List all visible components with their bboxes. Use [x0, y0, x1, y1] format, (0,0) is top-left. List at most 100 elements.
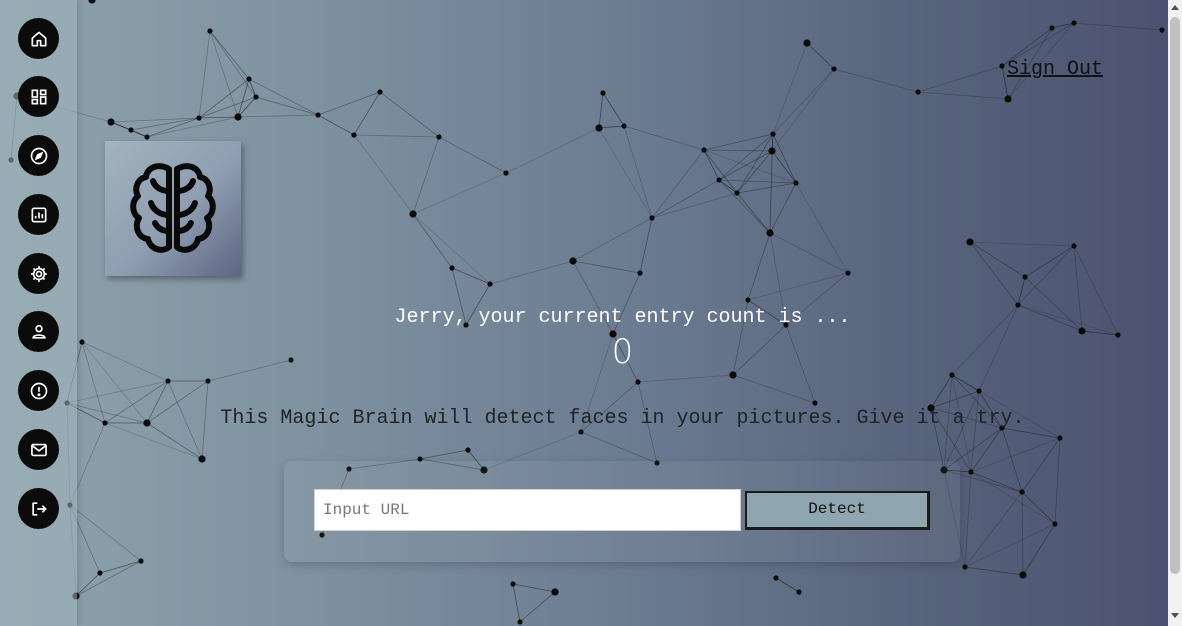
- network-node: [205, 378, 211, 384]
- network-node: [637, 270, 643, 276]
- network-line: [572, 260, 641, 274]
- network-line: [806, 42, 835, 70]
- network-node: [729, 371, 737, 379]
- network-node: [1049, 25, 1055, 31]
- network-node: [253, 94, 259, 100]
- network-line: [771, 68, 835, 152]
- network-line: [489, 260, 574, 285]
- network-line: [970, 427, 1003, 473]
- network-line: [930, 390, 980, 409]
- network-line: [198, 30, 211, 119]
- network-node: [600, 90, 606, 96]
- network-line: [198, 78, 250, 119]
- network-node: [578, 429, 584, 435]
- network-node: [793, 180, 799, 186]
- logo[interactable]: [105, 141, 241, 276]
- network-node: [449, 265, 455, 271]
- network-line: [651, 179, 720, 219]
- network-line: [602, 92, 625, 127]
- network-node: [773, 575, 779, 581]
- network-line: [1021, 491, 1056, 525]
- network-line: [736, 182, 797, 194]
- network-node: [436, 134, 442, 140]
- scrollbar[interactable]: [1168, 0, 1182, 626]
- network-line: [747, 272, 849, 301]
- network-line: [772, 42, 808, 135]
- network-line: [353, 91, 381, 136]
- network-line: [747, 232, 771, 301]
- network-node: [1052, 521, 1058, 527]
- network-line: [512, 583, 556, 593]
- network-line: [512, 583, 521, 623]
- network-line: [639, 217, 653, 274]
- network-line: [703, 149, 738, 194]
- nav-dashboard-button[interactable]: [18, 76, 59, 117]
- network-node: [770, 131, 776, 137]
- network-node: [745, 297, 751, 303]
- entry-count-label: Jerry, your current entry count is ...: [394, 306, 851, 329]
- url-input[interactable]: [314, 489, 741, 531]
- network-line: [580, 431, 658, 464]
- network-line: [964, 566, 1024, 576]
- nav-info-button[interactable]: [18, 370, 59, 411]
- network-line: [732, 374, 816, 404]
- scroll-down-arrow-icon[interactable]: [1171, 613, 1179, 618]
- network-node: [649, 215, 655, 221]
- network-node: [246, 76, 252, 82]
- network-node: [1159, 27, 1165, 33]
- network-line: [769, 150, 773, 234]
- network-node: [734, 190, 740, 196]
- network-node: [621, 123, 627, 129]
- network-line: [1073, 22, 1163, 31]
- network-line: [970, 437, 1061, 473]
- network-node: [701, 147, 707, 153]
- chart-icon: [31, 207, 46, 222]
- network-line: [419, 449, 469, 460]
- sign-out-link[interactable]: Sign Out: [1007, 58, 1103, 81]
- network-node: [716, 177, 722, 183]
- network-line: [623, 125, 653, 219]
- network-node: [517, 619, 523, 625]
- network-line: [637, 374, 734, 383]
- network-line: [598, 92, 604, 129]
- network-node: [569, 257, 577, 265]
- compass-icon: [30, 147, 47, 164]
- entry-count-value: 0: [611, 332, 634, 372]
- network-line: [769, 182, 797, 234]
- network-node: [207, 28, 213, 34]
- nav-explore-button[interactable]: [18, 135, 59, 176]
- network-line: [412, 213, 453, 269]
- detect-button[interactable]: Detect: [745, 491, 930, 530]
- scroll-up-arrow-icon[interactable]: [1171, 5, 1179, 10]
- network-line: [651, 192, 738, 219]
- network-node: [595, 124, 603, 132]
- nav-messages-button[interactable]: [18, 429, 59, 470]
- network-line: [353, 134, 440, 138]
- network-node: [198, 455, 206, 463]
- network-line: [917, 91, 1009, 100]
- nav-logout-button[interactable]: [18, 488, 59, 529]
- mail-icon: [30, 443, 47, 456]
- network-line: [718, 179, 797, 184]
- network-node: [1019, 571, 1027, 579]
- scrollbar-thumb[interactable]: [1170, 17, 1180, 574]
- network-line: [970, 471, 1023, 493]
- network-line: [718, 133, 774, 181]
- nav-settings-button[interactable]: [18, 253, 59, 294]
- network-line: [198, 96, 257, 119]
- nav-analytics-button[interactable]: [18, 194, 59, 235]
- network-node: [962, 564, 968, 570]
- network-node: [234, 113, 242, 121]
- network-line: [943, 390, 980, 471]
- network-line: [598, 127, 653, 219]
- network-line: [209, 30, 250, 80]
- network-line: [505, 127, 600, 174]
- nav-home-button[interactable]: [18, 18, 59, 59]
- gear-icon: [30, 265, 47, 282]
- network-node: [915, 89, 921, 95]
- network-line: [237, 114, 319, 118]
- network-line: [969, 241, 1075, 247]
- network-node: [949, 372, 955, 378]
- network-line: [736, 150, 773, 194]
- network-node: [1057, 435, 1063, 441]
